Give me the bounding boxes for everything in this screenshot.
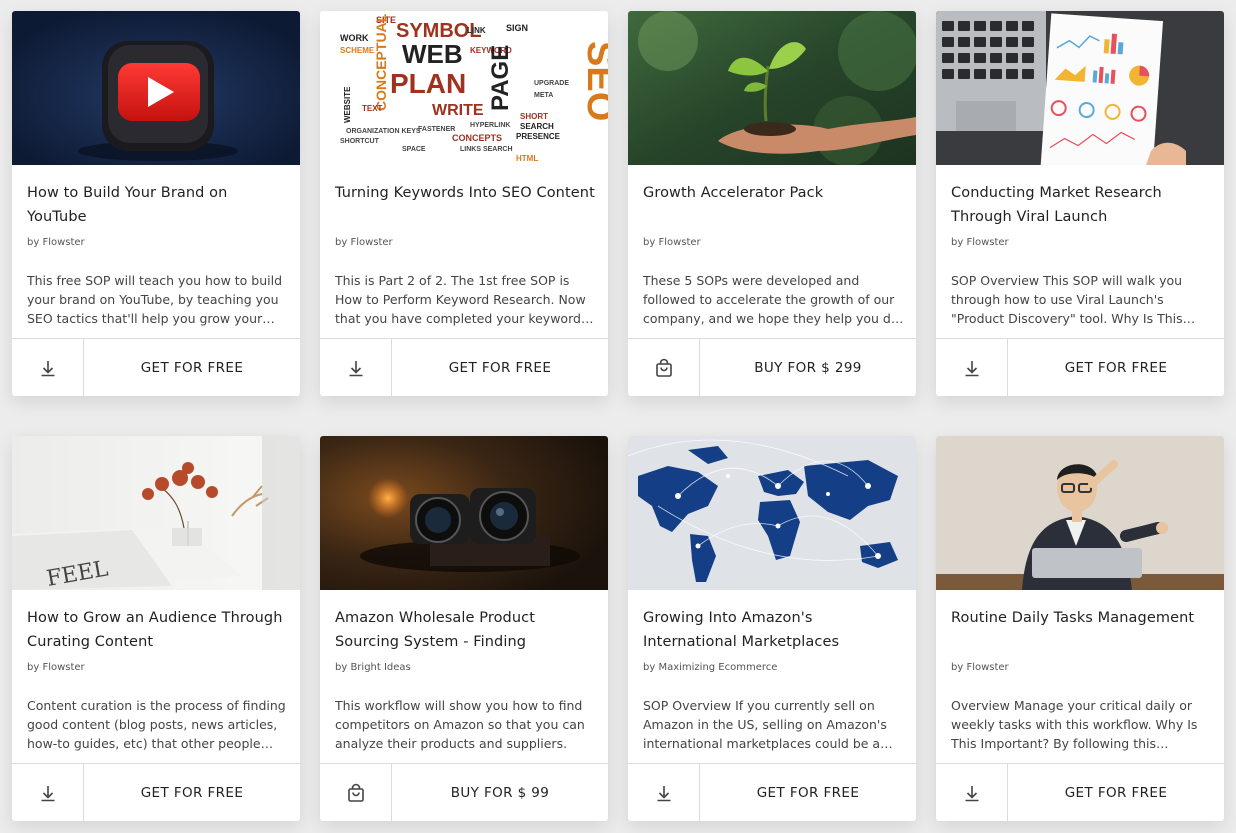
download-button[interactable]: [936, 764, 1008, 821]
word-cloud-word: SIGN: [506, 23, 528, 33]
product-card[interactable]: Growing Into Amazon's International Mark…: [628, 436, 916, 821]
card-author: by Flowster: [335, 237, 393, 248]
card-description: This workflow will show you how to find …: [335, 698, 585, 751]
card-description: SOP Overview If you currently sell on Am…: [643, 698, 887, 751]
card-footer: BUY FOR $ 99: [320, 763, 608, 821]
word-cloud-word: PRESENCE: [516, 132, 561, 141]
get-for-free-button[interactable]: GET FOR FREE: [1008, 764, 1224, 821]
card-author: by Flowster: [27, 237, 85, 248]
download-icon: [349, 360, 362, 376]
card-title[interactable]: Conducting Market Research Through Viral…: [951, 181, 1212, 229]
card-title[interactable]: How to Build Your Brand on YouTube: [27, 181, 288, 229]
analytics-report-image[interactable]: [936, 11, 1224, 165]
word-cloud-word: PAGE: [487, 45, 514, 111]
product-grid: How to Build Your Brand on YouTube by Fl…: [12, 11, 1224, 821]
product-card[interactable]: SITE WORK SYMBOL LINK SIGN SCHEME WEB KE…: [320, 11, 608, 396]
download-button[interactable]: [936, 339, 1008, 396]
card-author: by Flowster: [27, 662, 85, 673]
word-cloud-word: WEBSITE: [343, 86, 352, 123]
svg-text:META: META: [534, 92, 553, 99]
card-description: This is Part 2 of 2. The 1st free SOP is…: [335, 273, 586, 326]
product-card[interactable]: Routine Daily Tasks Management by Flowst…: [936, 436, 1224, 821]
word-cloud-word: SCHEME: [340, 46, 375, 55]
magazine-flowers-image[interactable]: FEEL: [12, 436, 300, 590]
shopping-bag-icon: [655, 358, 672, 377]
youtube-logo-image[interactable]: [12, 11, 300, 165]
card-title[interactable]: How to Grow an Audience Through Curating…: [27, 606, 288, 654]
product-card[interactable]: How to Build Your Brand on YouTube by Fl…: [12, 11, 300, 396]
word-cloud-word: LINK: [467, 26, 486, 35]
word-cloud-word: CONCEPTS: [452, 133, 502, 143]
download-button[interactable]: [320, 339, 392, 396]
card-footer: GET FOR FREE: [12, 763, 300, 821]
binoculars-image[interactable]: [320, 436, 608, 590]
download-icon: [657, 785, 670, 801]
card-description: This free SOP will teach you how to buil…: [27, 273, 283, 326]
word-cloud-word: WORK: [340, 33, 369, 43]
businessman-laptop-image[interactable]: [936, 436, 1224, 590]
download-button[interactable]: [12, 339, 84, 396]
word-cloud-word: WRITE: [432, 102, 484, 119]
card-author: by Flowster: [643, 237, 701, 248]
svg-text:ORGANIZATION KEYS: ORGANIZATION KEYS: [346, 128, 421, 135]
download-button[interactable]: [12, 764, 84, 821]
word-cloud-word: SHORT: [520, 112, 548, 121]
card-author: by Flowster: [951, 237, 1009, 248]
card-description: Content curation is the process of findi…: [27, 698, 286, 751]
svg-text:UPGRADE: UPGRADE: [534, 80, 569, 87]
svg-text:SPACE: SPACE: [402, 146, 426, 153]
card-description: Overview Manage your critical daily or w…: [951, 698, 1198, 751]
product-card[interactable]: Amazon Wholesale Product Sourcing System…: [320, 436, 608, 821]
word-cloud-word: PLAN: [390, 68, 466, 99]
card-title[interactable]: Routine Daily Tasks Management: [951, 606, 1212, 654]
card-author: by Maximizing Ecommerce: [643, 662, 778, 673]
word-cloud-word: SEARCH: [520, 122, 554, 131]
svg-text:HYPERLINK: HYPERLINK: [470, 122, 510, 129]
buy-button[interactable]: BUY FOR $ 299: [700, 339, 916, 396]
buy-button[interactable]: BUY FOR $ 99: [392, 764, 608, 821]
get-for-free-button[interactable]: GET FOR FREE: [84, 764, 300, 821]
shopping-bag-icon: [347, 783, 364, 802]
download-icon: [965, 360, 978, 376]
download-button[interactable]: [628, 764, 700, 821]
card-description: SOP Overview This SOP will walk you thro…: [951, 273, 1183, 326]
product-card[interactable]: FEEL How to Grow an Audience Through Cur…: [12, 436, 300, 821]
seo-word-cloud-image[interactable]: SITE WORK SYMBOL LINK SIGN SCHEME WEB KE…: [320, 11, 608, 165]
get-for-free-button[interactable]: GET FOR FREE: [84, 339, 300, 396]
svg-text:FASTENER: FASTENER: [418, 126, 455, 133]
shopping-bag-button[interactable]: [628, 339, 700, 396]
word-cloud-word: SEO: [579, 41, 608, 121]
card-title[interactable]: Turning Keywords Into SEO Content: [335, 181, 596, 229]
plant-seedling-image[interactable]: [628, 11, 916, 165]
card-footer: GET FOR FREE: [320, 338, 608, 396]
svg-text:SHORTCUT: SHORTCUT: [340, 138, 380, 145]
shopping-bag-button[interactable]: [320, 764, 392, 821]
card-footer: GET FOR FREE: [12, 338, 300, 396]
world-map-image[interactable]: [628, 436, 916, 590]
word-cloud-word: WEB: [402, 39, 463, 69]
card-title[interactable]: Growth Accelerator Pack: [643, 181, 904, 229]
get-for-free-button[interactable]: GET FOR FREE: [392, 339, 608, 396]
card-footer: GET FOR FREE: [936, 763, 1224, 821]
download-icon: [41, 360, 54, 376]
card-author: by Flowster: [951, 662, 1009, 673]
card-footer: GET FOR FREE: [936, 338, 1224, 396]
card-title[interactable]: Amazon Wholesale Product Sourcing System…: [335, 606, 596, 654]
card-title[interactable]: Growing Into Amazon's International Mark…: [643, 606, 904, 654]
download-icon: [965, 785, 978, 801]
word-cloud-word: HTML: [516, 154, 538, 163]
card-description: These 5 SOPs were developed and followed…: [643, 273, 899, 326]
word-cloud-word: TEXT: [362, 104, 383, 113]
get-for-free-button[interactable]: GET FOR FREE: [700, 764, 916, 821]
download-icon: [41, 785, 54, 801]
card-author: by Bright Ideas: [335, 662, 411, 673]
card-footer: BUY FOR $ 299: [628, 338, 916, 396]
card-footer: GET FOR FREE: [628, 763, 916, 821]
word-cloud-word: CONCEPTUAL: [373, 13, 389, 111]
product-card[interactable]: Conducting Market Research Through Viral…: [936, 11, 1224, 396]
product-card[interactable]: Growth Accelerator Pack by Flowster Thes…: [628, 11, 916, 396]
get-for-free-button[interactable]: GET FOR FREE: [1008, 339, 1224, 396]
svg-text:LINKS SEARCH: LINKS SEARCH: [460, 146, 513, 153]
